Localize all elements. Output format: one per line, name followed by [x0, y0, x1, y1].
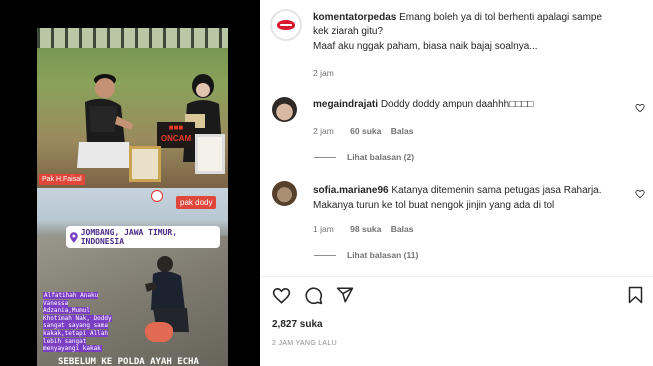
location-text: JOMBANG, JAWA TIMUR, INDONESIA [80, 228, 178, 246]
overlay-caption: Alfatihah Anaku Vanessa Adzania,Mumul Kh… [43, 292, 113, 354]
media-clip-top: ■■■ ONCAM [37, 28, 228, 188]
avatar[interactable] [272, 181, 297, 206]
comment-text: Makanya turun ke tol buat nengok jinjin … [313, 200, 555, 211]
bookmark-icon[interactable] [627, 286, 644, 304]
comment-time: 1 jam [313, 224, 334, 234]
username[interactable]: megaindrajati [313, 99, 378, 110]
overlay-caption-text: Alfatihah Anaku Vanessa Adzania,Mumul Kh… [43, 292, 112, 353]
post-date: 2 JAM YANG LALU [272, 340, 337, 347]
post-media[interactable]: ■■■ ONCAM Pak H.Faisal pak dody JOMBANG, … [0, 0, 260, 366]
reply-button[interactable]: Balas [391, 126, 414, 136]
name-tag: pak dody [176, 196, 217, 209]
divider [314, 255, 336, 256]
divider [260, 276, 653, 277]
likes-count[interactable]: 2,827 suka [272, 319, 323, 330]
reply-button[interactable]: Balas [391, 224, 414, 234]
post-timestamp: 2 jam [313, 68, 334, 78]
comment-line: sofia.mariane96 Katanya ditemenin sama p… [313, 184, 602, 198]
view-replies-button[interactable]: Lihat balasan (11) [347, 250, 418, 260]
comment-time: 2 jam [313, 126, 334, 136]
location-pin-icon [70, 231, 78, 243]
comment-likes[interactable]: 98 suka [350, 224, 381, 234]
avatar[interactable] [270, 9, 302, 41]
divider [314, 157, 336, 158]
username[interactable]: sofia.mariane96 [313, 185, 389, 196]
avatar[interactable] [272, 97, 297, 122]
comment-meta: 2 jam 60 suka Balas [313, 126, 413, 136]
overlay-title: SEBELUM KE POLDA AYAH ECHA [58, 357, 199, 366]
man-figure [77, 74, 133, 168]
comments-panel [260, 0, 653, 366]
heart-small-icon[interactable] [635, 189, 645, 199]
caption-line: komentatorpedas Emang boleh ya di tol be… [313, 11, 602, 25]
comment-text: Doddy doddy ampun daahhh□□□□ [380, 99, 534, 110]
no-stopping-sign [151, 190, 163, 202]
photo-frame [195, 134, 225, 174]
heart-icon[interactable] [272, 286, 291, 305]
caption-text: Emang boleh ya di tol berhenti apalagi s… [399, 12, 603, 23]
comment-meta: 1 jam 98 suka Balas [313, 224, 413, 234]
name-tag: Pak H.Faisal [39, 174, 85, 185]
location-sticker: JOMBANG, JAWA TIMUR, INDONESIA [66, 226, 220, 248]
fence [37, 28, 228, 48]
send-icon[interactable] [336, 286, 354, 304]
caption-text: kek ziarah gitu? [313, 26, 384, 37]
shop-sign: ■■■ ONCAM [157, 122, 195, 148]
heart-small-icon[interactable] [635, 103, 645, 113]
comment-likes[interactable]: 60 suka [350, 126, 381, 136]
comment-line: megaindrajati Doddy doddy ampun daahhh□□… [313, 98, 533, 112]
comment-text: Katanya ditemenin sama petugas jasa Raha… [391, 185, 602, 196]
caption-text: Maaf aku nggak paham, biasa naik bajaj s… [313, 41, 538, 52]
photo-frame [129, 146, 161, 182]
flower-basket [145, 322, 173, 342]
username[interactable]: komentatorpedas [313, 12, 396, 23]
comment-icon[interactable] [304, 286, 323, 305]
view-replies-button[interactable]: Lihat balasan (2) [347, 152, 414, 162]
